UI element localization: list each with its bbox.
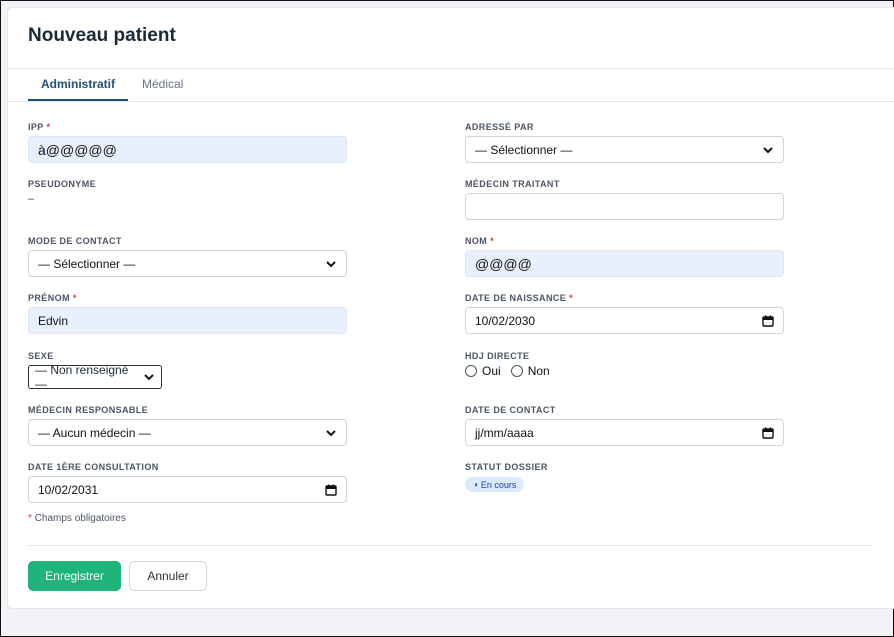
mode-contact-label: MODE DE CONTACT bbox=[28, 236, 122, 246]
calendar-icon[interactable] bbox=[762, 427, 774, 439]
adresse-par-label: ADRESSÉ PAR bbox=[465, 122, 534, 132]
radio-oui[interactable] bbox=[465, 365, 477, 377]
medecin-responsable-label: MÉDECIN RESPONSABLE bbox=[28, 405, 149, 415]
required-mark: * bbox=[72, 293, 77, 303]
pseudonyme-value: – bbox=[28, 193, 35, 205]
chevron-down-icon bbox=[325, 258, 337, 270]
date-naissance-label: DATE DE NAISSANCE * bbox=[465, 293, 573, 303]
prenom-input[interactable]: Edvin bbox=[28, 307, 347, 334]
header-divider bbox=[8, 68, 894, 69]
date-contact-label: DATE DE CONTACT bbox=[465, 405, 556, 415]
hdj-directe-label: HDJ DIRECTE bbox=[465, 351, 530, 361]
ipp-input[interactable]: à@@@@@ bbox=[28, 136, 347, 163]
medecin-responsable-select[interactable]: — Aucun médecin — bbox=[28, 419, 347, 446]
hdj-directe-radio-group: Oui Non bbox=[465, 364, 560, 378]
chevron-down-icon bbox=[762, 144, 774, 156]
sexe-label: SEXE bbox=[28, 351, 54, 361]
date-contact-input[interactable]: jj/mm/aaaa bbox=[465, 419, 784, 446]
calendar-icon[interactable] bbox=[325, 484, 337, 496]
date-1ere-consultation-input[interactable]: 10/02/2031 bbox=[28, 476, 347, 503]
footer-divider bbox=[28, 545, 873, 546]
medecin-traitant-input[interactable] bbox=[465, 193, 784, 220]
radio-oui-label[interactable]: Oui bbox=[482, 364, 501, 378]
sexe-select[interactable]: — Non renseigné — bbox=[28, 363, 162, 391]
required-mark: * bbox=[569, 293, 573, 303]
nom-input[interactable]: @@@@ bbox=[465, 250, 784, 277]
radio-non[interactable] bbox=[510, 365, 523, 377]
tabs-divider bbox=[8, 101, 894, 102]
cancel-button[interactable]: Annuler bbox=[129, 561, 207, 591]
half-circle-icon: ◑ bbox=[473, 480, 478, 489]
required-fields-note: * Champs obligatoires bbox=[28, 513, 126, 524]
status-badge: ◑ En cours bbox=[465, 477, 525, 492]
new-patient-card: Nouveau patient Administratif Médical IP… bbox=[7, 7, 894, 609]
chevron-down-icon bbox=[325, 427, 337, 439]
page-title: Nouveau patient bbox=[28, 25, 176, 46]
medecin-traitant-label: MÉDECIN TRAITANT bbox=[465, 179, 560, 189]
chevron-down-icon bbox=[143, 371, 155, 383]
required-mark: * bbox=[46, 122, 51, 132]
required-mark: * bbox=[490, 236, 495, 246]
ipp-label: IPP * bbox=[28, 122, 51, 132]
tab-medical[interactable]: Médical bbox=[142, 77, 183, 101]
date-naissance-input[interactable]: 10/02/2030 bbox=[465, 307, 784, 334]
prenom-label: PRÉNOM * bbox=[28, 293, 77, 303]
nom-label: NOM * bbox=[465, 236, 495, 246]
calendar-icon[interactable] bbox=[762, 315, 774, 327]
date-1ere-consultation-label: DATE 1ÈRE CONSULTATION bbox=[28, 462, 159, 472]
pseudonyme-label: PSEUDONYME bbox=[28, 179, 97, 189]
required-mark: * bbox=[28, 513, 32, 524]
mode-contact-select[interactable]: — Sélectionner — bbox=[28, 250, 347, 277]
save-button[interactable]: Enregistrer bbox=[28, 561, 121, 591]
radio-non-label[interactable]: Non bbox=[528, 364, 550, 378]
adresse-par-select[interactable]: — Sélectionner — bbox=[465, 136, 784, 163]
statut-dossier-label: STATUT DOSSIER bbox=[465, 462, 548, 472]
tab-administratif[interactable]: Administratif bbox=[28, 77, 128, 101]
